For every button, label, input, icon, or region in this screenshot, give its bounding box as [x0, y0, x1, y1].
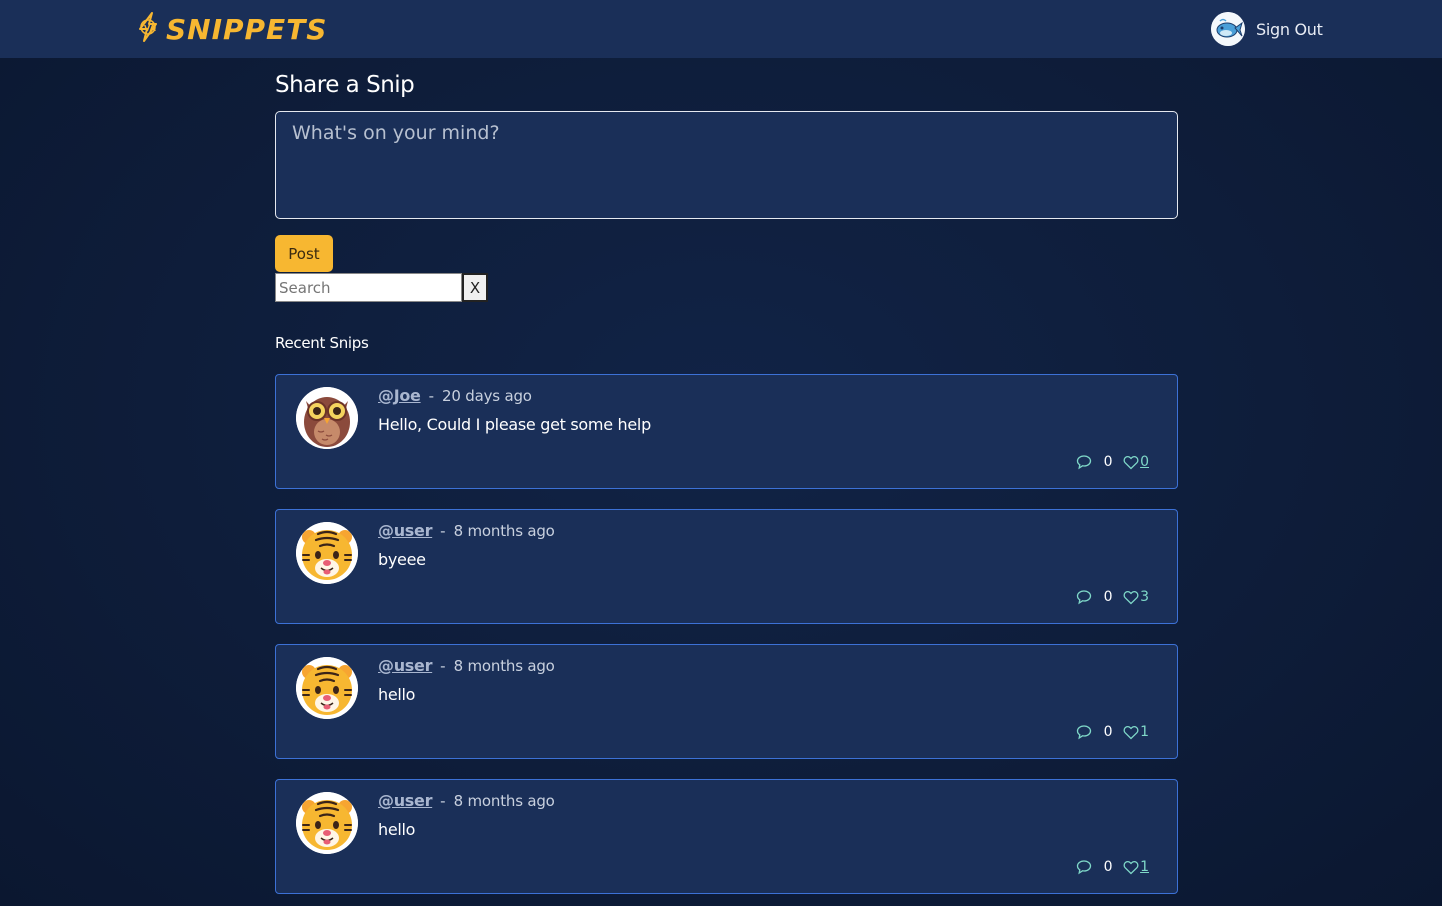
snip-actions: 0 1	[1075, 858, 1149, 876]
like-button[interactable]: 1	[1123, 859, 1149, 875]
snip-author-link[interactable]: @Joe	[378, 386, 421, 405]
snip-card: @Joe - 20 days ago Hello, Could I please…	[275, 374, 1178, 489]
snip-separator: -	[440, 656, 446, 675]
comment-count: 0	[1103, 454, 1113, 470]
like-button[interactable]: 3	[1123, 589, 1149, 605]
snip-timestamp: 8 months ago	[453, 791, 555, 810]
snip-header: @user - 8 months ago	[378, 656, 555, 675]
heart-icon	[1123, 725, 1139, 739]
logo[interactable]: VA SNIPPETS	[136, 12, 327, 46]
snip-author-link[interactable]: @user	[378, 521, 432, 540]
like-button[interactable]: 0	[1123, 454, 1149, 470]
logo-text: SNIPPETS	[166, 12, 328, 46]
tiger-avatar[interactable]	[296, 657, 358, 719]
snip-separator: -	[428, 386, 435, 405]
logo-icon: VA	[136, 12, 160, 46]
snip-separator: -	[440, 521, 446, 540]
comment-count: 0	[1103, 859, 1113, 875]
heart-icon	[1123, 590, 1139, 604]
svg-text:VA: VA	[144, 24, 157, 33]
comment-count: 0	[1103, 724, 1113, 740]
share-title: Share a Snip	[275, 72, 415, 98]
heart-icon	[1123, 860, 1139, 874]
comment-icon[interactable]	[1075, 588, 1093, 606]
snip-text: hello	[378, 685, 416, 704]
snip-actions: 0 0	[1075, 453, 1149, 471]
snip-timestamp: 8 months ago	[453, 656, 555, 675]
snip-actions: 0 3	[1075, 588, 1149, 606]
snip-header: @Joe - 20 days ago	[378, 386, 532, 405]
like-count: 3	[1140, 589, 1149, 605]
comment-icon[interactable]	[1075, 858, 1093, 876]
snip-separator: -	[440, 791, 446, 810]
snip-timestamp: 20 days ago	[442, 386, 532, 405]
whale-icon	[1211, 12, 1245, 46]
snip-card: @user - 8 months ago byeee 0 3	[275, 509, 1178, 624]
tiger-avatar[interactable]	[296, 522, 358, 584]
snip-composer[interactable]	[275, 111, 1178, 219]
snip-header: @user - 8 months ago	[378, 521, 555, 540]
like-button[interactable]: 1	[1123, 724, 1149, 740]
snip-timestamp: 8 months ago	[453, 521, 555, 540]
search-input[interactable]	[275, 273, 462, 302]
owl-avatar[interactable]	[296, 387, 358, 449]
snip-actions: 0 1	[1075, 723, 1149, 741]
heart-icon	[1123, 455, 1139, 469]
snip-card: @user - 8 months ago hello 0 1	[275, 779, 1178, 894]
snip-card: @user - 8 months ago hello 0 1	[275, 644, 1178, 759]
post-button[interactable]: Post	[275, 235, 333, 272]
snip-header: @user - 8 months ago	[378, 791, 555, 810]
clear-search-button[interactable]: X	[462, 273, 488, 302]
like-count: 0	[1140, 454, 1149, 470]
recent-snips-title: Recent Snips	[275, 334, 369, 352]
user-menu: Sign Out	[1211, 12, 1323, 46]
tiger-avatar[interactable]	[296, 792, 358, 854]
like-count: 1	[1140, 724, 1149, 740]
snip-author-link[interactable]: @user	[378, 656, 432, 675]
comment-count: 0	[1103, 589, 1113, 605]
comment-icon[interactable]	[1075, 453, 1093, 471]
user-avatar[interactable]	[1211, 12, 1245, 46]
comment-icon[interactable]	[1075, 723, 1093, 741]
snip-text: byeee	[378, 550, 426, 569]
snip-text: hello	[378, 820, 416, 839]
snip-text: Hello, Could I please get some help	[378, 415, 651, 434]
sign-out-link[interactable]: Sign Out	[1256, 20, 1323, 39]
top-navbar: VA SNIPPETS Sign Out	[0, 0, 1442, 58]
snip-author-link[interactable]: @user	[378, 791, 432, 810]
like-count: 1	[1140, 859, 1149, 875]
